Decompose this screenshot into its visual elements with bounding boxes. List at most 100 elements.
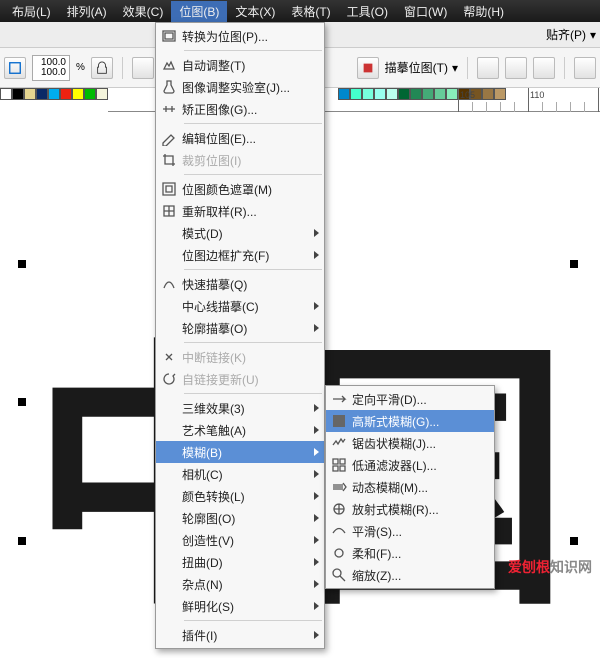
- menu-separator: [184, 174, 322, 175]
- menu-separator: [184, 269, 322, 270]
- tool-btn-6[interactable]: [533, 57, 555, 79]
- swatch[interactable]: [362, 88, 374, 100]
- tool-btn-1[interactable]: [4, 57, 26, 79]
- menu-item-label: 缩放(Z)...: [352, 567, 401, 584]
- bitmap-menu-item-30[interactable]: 鲜明化(S): [156, 595, 324, 617]
- color-palette-right[interactable]: [338, 88, 506, 100]
- edit-bitmap-button[interactable]: [357, 57, 379, 79]
- menu-help[interactable]: 帮助(H): [455, 1, 512, 22]
- lock-ratio-button[interactable]: [91, 57, 113, 79]
- submenu-arrow-icon: [314, 229, 319, 237]
- trace-dropdown[interactable]: 描摹位图(T) ▾: [385, 59, 458, 76]
- ruler-tick: 115: [598, 88, 599, 112]
- menu-window[interactable]: 窗口(W): [396, 1, 455, 22]
- scale-x-input[interactable]: 100.0100.0: [32, 55, 70, 81]
- bitmap-menu-item-15[interactable]: 中心线描摹(C): [156, 295, 324, 317]
- bitmap-menu-item-26[interactable]: 轮廓图(O): [156, 507, 324, 529]
- submenu-arrow-icon: [314, 580, 319, 588]
- bitmap-menu-item-12[interactable]: 位图边框扩充(F): [156, 244, 324, 266]
- swatch[interactable]: [48, 88, 60, 100]
- blur-menu-item-7[interactable]: 柔和(F)...: [326, 542, 494, 564]
- bitmap-menu-item-11[interactable]: 模式(D): [156, 222, 324, 244]
- update-icon: [156, 371, 182, 387]
- swatch[interactable]: [60, 88, 72, 100]
- selection-handle[interactable]: [18, 398, 26, 406]
- swatch[interactable]: [494, 88, 506, 100]
- bitmap-menu-item-21[interactable]: 三维效果(3): [156, 397, 324, 419]
- bitmap-menu-item-29[interactable]: 杂点(N): [156, 573, 324, 595]
- bitmap-menu-item-23[interactable]: 模糊(B): [156, 441, 324, 463]
- menu-item-label: 中心线描摹(C): [182, 298, 259, 315]
- blur-menu-item-2[interactable]: 锯齿状模糊(J)...: [326, 432, 494, 454]
- blur-menu-item-3[interactable]: 低通滤波器(L)...: [326, 454, 494, 476]
- swatch[interactable]: [410, 88, 422, 100]
- swatch[interactable]: [398, 88, 410, 100]
- menu-tools[interactable]: 工具(O): [339, 1, 396, 22]
- convert-icon: [156, 28, 182, 44]
- bitmap-menu-item-6[interactable]: 编辑位图(E)...: [156, 127, 324, 149]
- bitmap-menu-item-0[interactable]: 转换为位图(P)...: [156, 25, 324, 47]
- blur-menu-item-4[interactable]: 动态模糊(M)...: [326, 476, 494, 498]
- bitmap-menu-item-22[interactable]: 艺术笔触(A): [156, 419, 324, 441]
- selection-handle[interactable]: [18, 260, 26, 268]
- swatch[interactable]: [72, 88, 84, 100]
- blur-menu-item-8[interactable]: 缩放(Z)...: [326, 564, 494, 586]
- selection-handle[interactable]: [18, 537, 26, 545]
- bitmap-menu-item-24[interactable]: 相机(C): [156, 463, 324, 485]
- submenu-arrow-icon: [314, 602, 319, 610]
- swatch[interactable]: [350, 88, 362, 100]
- swatch[interactable]: [374, 88, 386, 100]
- menu-layout[interactable]: 布局(L): [4, 1, 59, 22]
- tool-btn-7[interactable]: [574, 57, 596, 79]
- bitmap-menu-item-3[interactable]: 图像调整实验室(J)...: [156, 76, 324, 98]
- bitmap-menu-item-14[interactable]: 快速描摹(Q): [156, 273, 324, 295]
- menu-item-label: 鲜明化(S): [182, 598, 234, 615]
- menu-text[interactable]: 文本(X): [227, 1, 283, 22]
- swatch[interactable]: [84, 88, 96, 100]
- bitmap-menu-item-10[interactable]: 重新取样(R)...: [156, 200, 324, 222]
- menu-bitmap[interactable]: 位图(B): [171, 1, 227, 22]
- swatch[interactable]: [12, 88, 24, 100]
- swatch[interactable]: [0, 88, 12, 100]
- menu-table[interactable]: 表格(T): [283, 1, 338, 22]
- menu-arrange[interactable]: 排列(A): [59, 1, 115, 22]
- bitmap-menu-item-16[interactable]: 轮廓描摹(O): [156, 317, 324, 339]
- paste-dropdown[interactable]: 贴齐(P) ▾: [546, 26, 596, 43]
- swatch[interactable]: [434, 88, 446, 100]
- selection-handle[interactable]: [570, 537, 578, 545]
- menu-item-label: 颜色转换(L): [182, 488, 245, 505]
- blur-menu-item-1[interactable]: 高斯式模糊(G)...: [326, 410, 494, 432]
- ruler-tick: 105: [458, 88, 459, 112]
- swatch[interactable]: [36, 88, 48, 100]
- bitmap-menu-item-27[interactable]: 创造性(V): [156, 529, 324, 551]
- menu-effects[interactable]: 效果(C): [115, 1, 172, 22]
- blur-menu-item-5[interactable]: 放射式模糊(R)...: [326, 498, 494, 520]
- selection-handle[interactable]: [570, 260, 578, 268]
- bitmap-menu-item-32[interactable]: 插件(I): [156, 624, 324, 646]
- bitmap-menu-item-25[interactable]: 颜色转换(L): [156, 485, 324, 507]
- color-palette-left[interactable]: [0, 88, 108, 100]
- swatch[interactable]: [386, 88, 398, 100]
- soft-icon: [326, 545, 352, 561]
- tool-btn-4[interactable]: [477, 57, 499, 79]
- tool-btn-2[interactable]: [132, 57, 154, 79]
- menu-item-label: 图像调整实验室(J)...: [182, 79, 290, 96]
- menu-item-label: 中断链接(K): [182, 349, 246, 366]
- menu-item-label: 动态模糊(M)...: [352, 479, 428, 496]
- menu-item-label: 模糊(B): [182, 444, 222, 461]
- menu-item-label: 重新取样(R)...: [182, 203, 257, 220]
- blur-menu-item-6[interactable]: 平滑(S)...: [326, 520, 494, 542]
- bitmap-menu-item-9[interactable]: 位图颜色遮罩(M): [156, 178, 324, 200]
- swatch[interactable]: [446, 88, 458, 100]
- bitmap-menu-item-4[interactable]: 矫正图像(G)...: [156, 98, 324, 120]
- blur-menu-item-0[interactable]: 定向平滑(D)...: [326, 388, 494, 410]
- menu-item-label: 创造性(V): [182, 532, 234, 549]
- swatch[interactable]: [482, 88, 494, 100]
- swatch[interactable]: [24, 88, 36, 100]
- swatch[interactable]: [422, 88, 434, 100]
- tool-btn-5[interactable]: [505, 57, 527, 79]
- swatch[interactable]: [338, 88, 350, 100]
- swatch[interactable]: [96, 88, 108, 100]
- bitmap-menu-item-28[interactable]: 扭曲(D): [156, 551, 324, 573]
- bitmap-menu-item-2[interactable]: 自动调整(T): [156, 54, 324, 76]
